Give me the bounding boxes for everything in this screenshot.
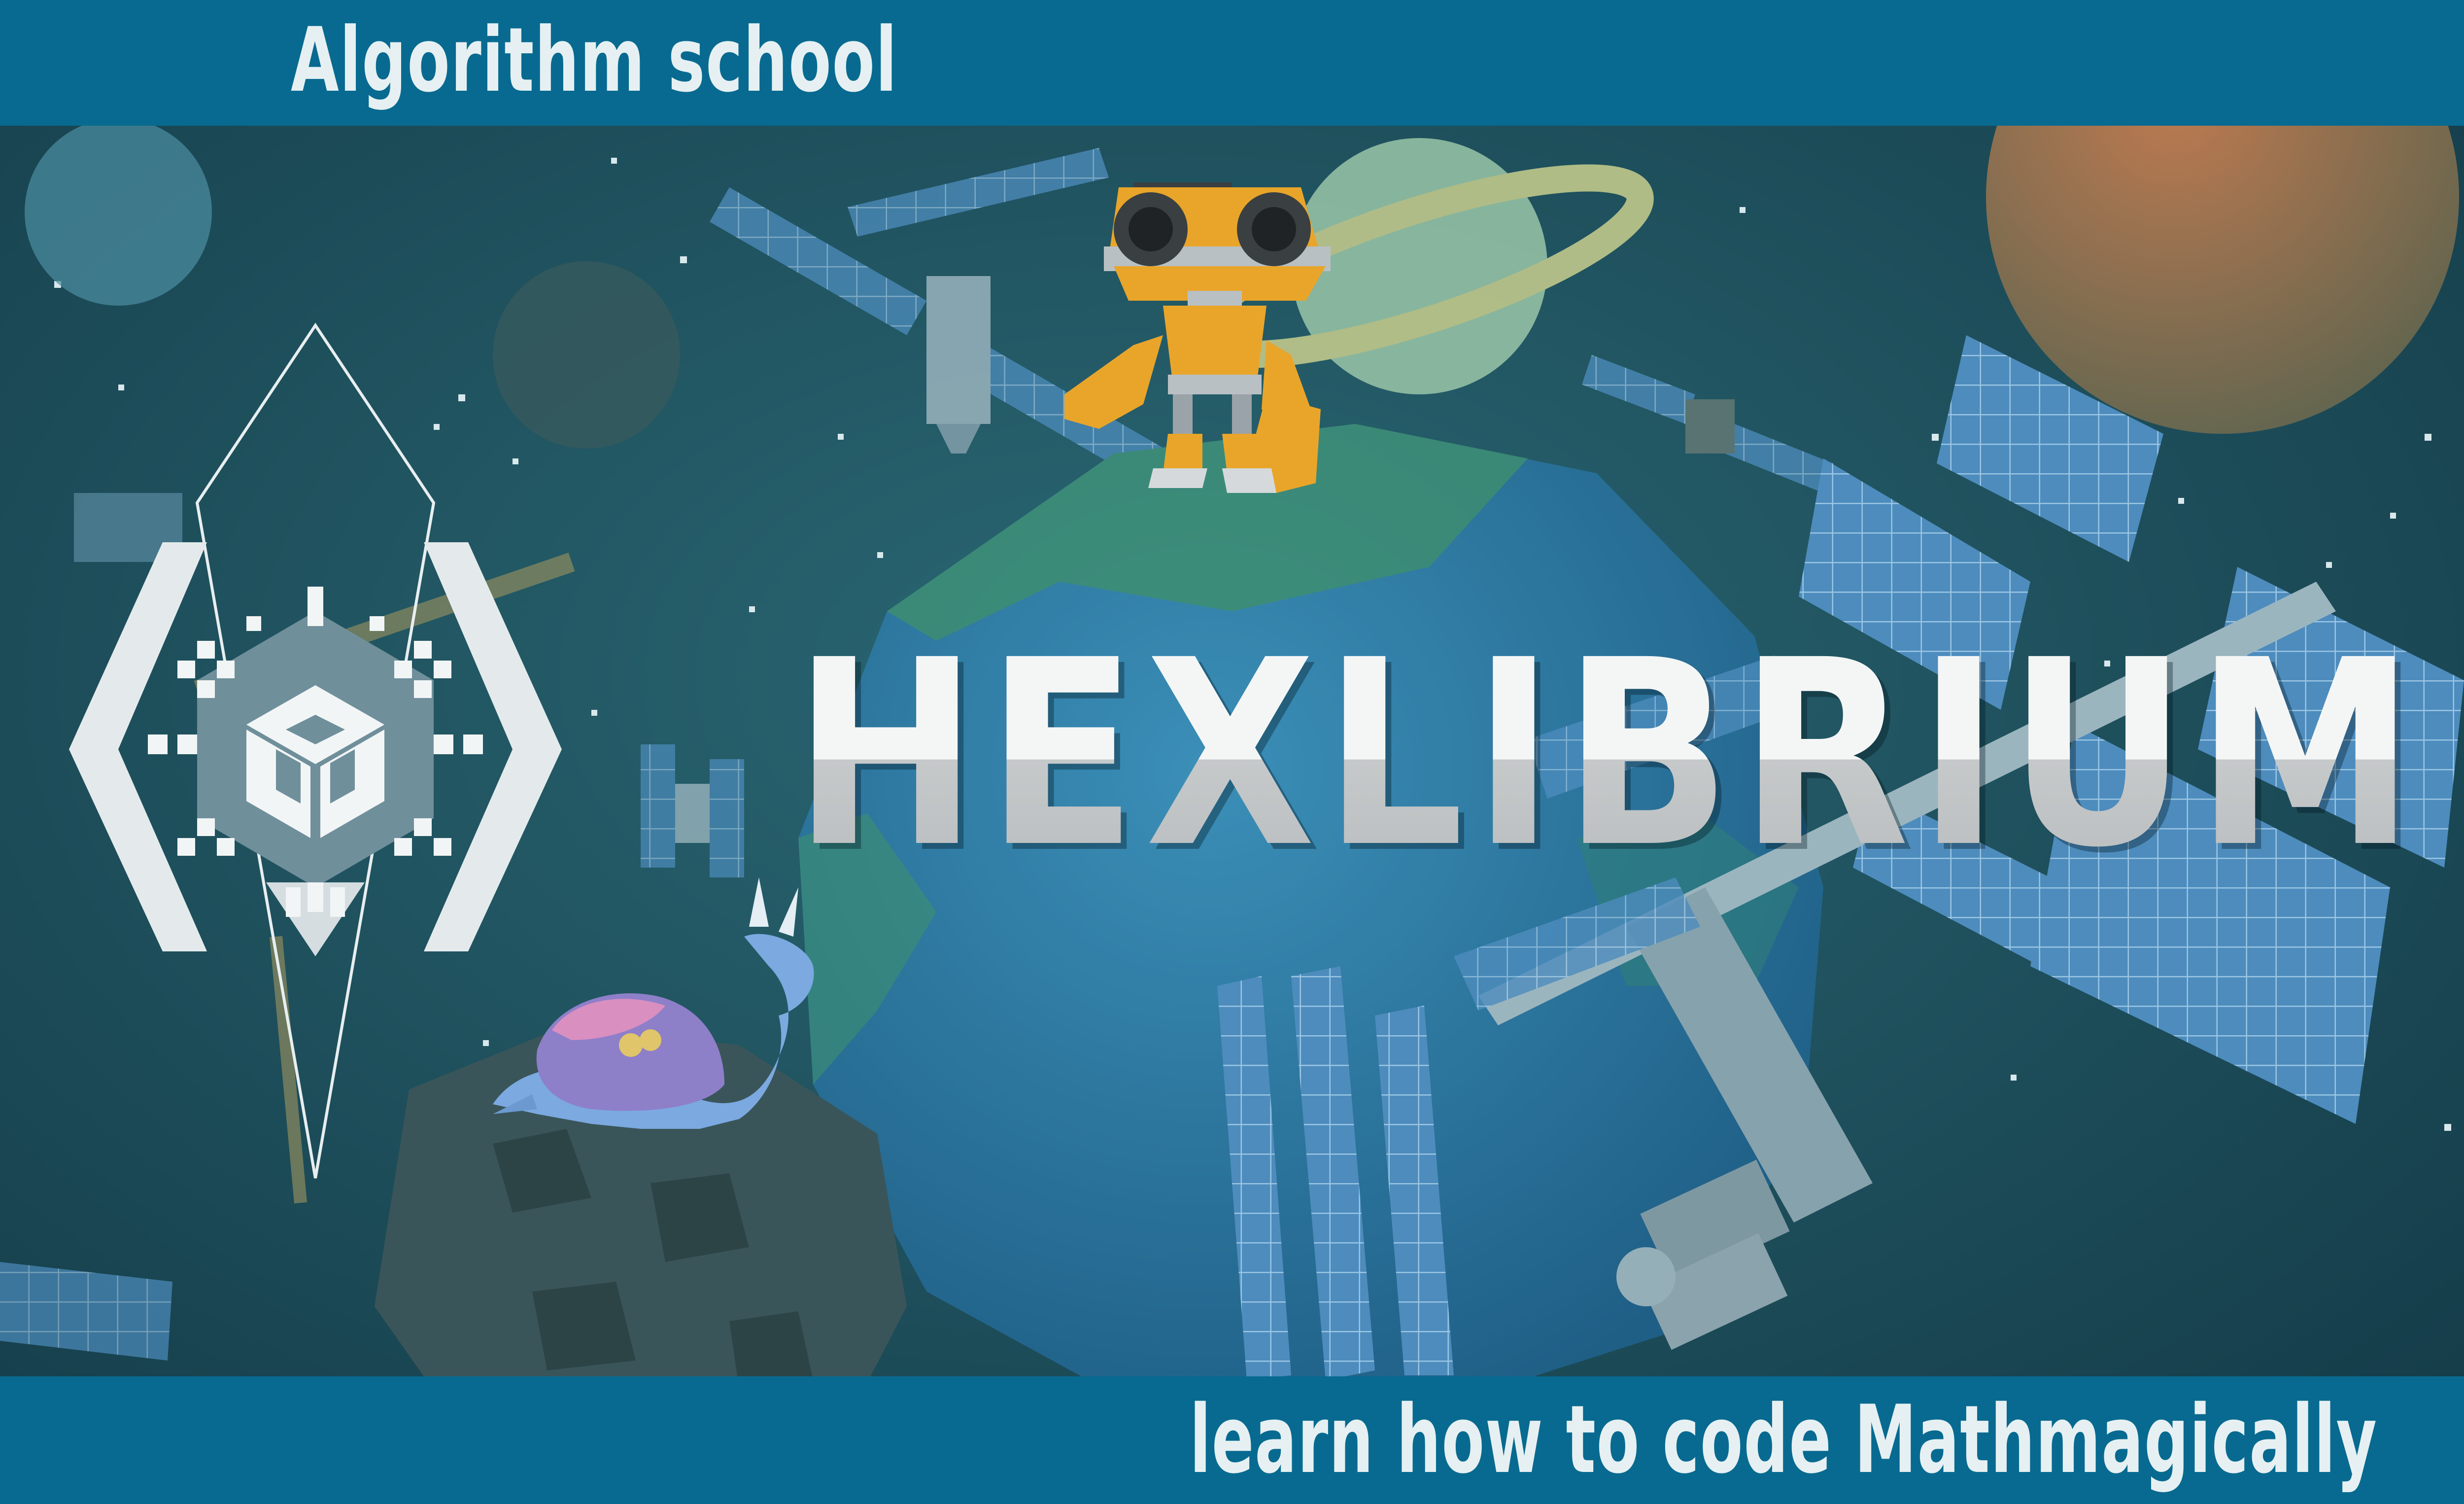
game-title: HEXLIBRIUM — [793, 605, 2424, 904]
school-title: Algorithm school — [291, 9, 898, 112]
tagline: learn how to code Mathmagically — [1189, 1385, 2377, 1494]
planet — [25, 118, 212, 306]
game-banner: Algorithm school HEXLIBRIUM HEXLIBRIUM l… — [0, 0, 2464, 1504]
planet — [493, 261, 680, 449]
